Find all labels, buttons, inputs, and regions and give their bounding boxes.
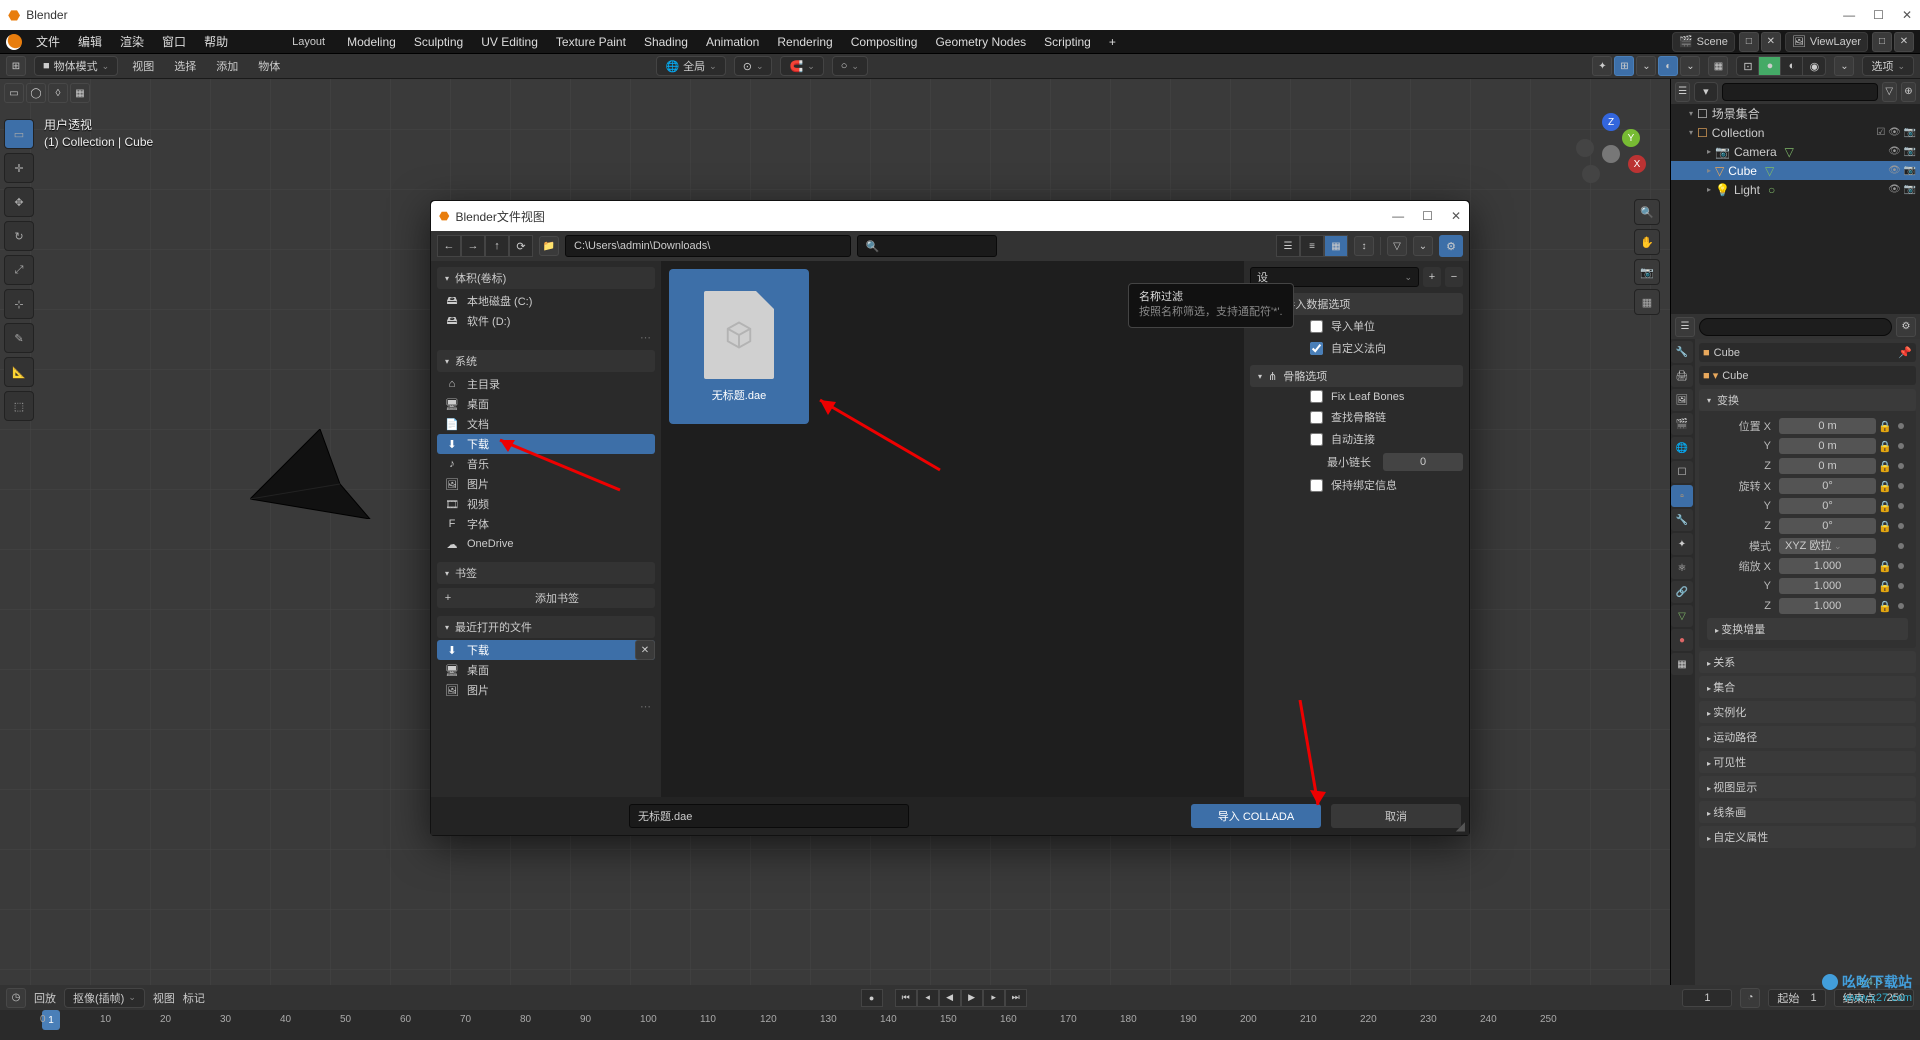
music-icon: ♪ bbox=[445, 458, 459, 470]
sys-downloads[interactable]: ⬇下载 bbox=[437, 434, 655, 454]
find-chain-check[interactable] bbox=[1310, 411, 1323, 424]
min-chain-input[interactable]: 0 bbox=[1383, 453, 1463, 471]
new-folder-icon[interactable]: 📁 bbox=[539, 236, 559, 256]
nav-up-icon[interactable]: ↑ bbox=[485, 235, 509, 257]
custom-normals-check[interactable] bbox=[1310, 342, 1323, 355]
system-section[interactable]: 系统 bbox=[437, 350, 655, 372]
cloud-icon: ☁ bbox=[445, 538, 459, 551]
auto-connect-check[interactable] bbox=[1310, 433, 1323, 446]
view-thumb-icon[interactable]: ▦ bbox=[1324, 235, 1348, 257]
file-browser-area[interactable]: 无标题.dae bbox=[661, 261, 1244, 797]
nav-refresh-icon[interactable]: ⟳ bbox=[509, 235, 533, 257]
recent-section[interactable]: 最近打开的文件 bbox=[437, 616, 655, 638]
sys-docs[interactable]: 📄文档 bbox=[437, 414, 655, 434]
sys-onedrive[interactable]: ☁OneDrive bbox=[437, 534, 655, 554]
volume-c[interactable]: 🖴本地磁盘 (C:) bbox=[437, 291, 655, 311]
bone-icon: ⋔ bbox=[1268, 370, 1277, 383]
drive-icon: 🖴 bbox=[445, 292, 459, 311]
path-input[interactable]: C:\Users\admin\Downloads\ bbox=[565, 235, 851, 257]
search-icon: 🔍 bbox=[866, 240, 880, 253]
import-options-panel: 设 + − ⬓导入数据选项 导入单位 自定义法向 ⋔骨骼选项 Fix Leaf … bbox=[1244, 261, 1469, 797]
dialog-max[interactable]: ☐ bbox=[1422, 209, 1433, 223]
bookmarks-section[interactable]: 书签 bbox=[437, 562, 655, 584]
preset-remove[interactable]: − bbox=[1445, 267, 1463, 287]
preset-add[interactable]: + bbox=[1423, 267, 1441, 287]
dialog-footer: 无标题.dae 导入 COLLADA 取消 bbox=[431, 797, 1469, 835]
dialog-sidebar: 体积(卷标) 🖴本地磁盘 (C:) 🖴软件 (D:) ⋯ 系统 ⌂主目录 🖥桌面… bbox=[431, 261, 661, 797]
file-thumbnail[interactable]: 无标题.dae bbox=[669, 269, 809, 424]
import-units-check[interactable] bbox=[1310, 320, 1323, 333]
sys-music[interactable]: ♪音乐 bbox=[437, 454, 655, 474]
recent-desktop[interactable]: 🖥桌面 bbox=[437, 660, 655, 680]
video-icon: 🎞 bbox=[445, 498, 459, 511]
download-icon: ⬇ bbox=[445, 438, 459, 451]
image-icon: 🖼 bbox=[445, 684, 459, 697]
view-detail-icon[interactable]: ≡ bbox=[1300, 235, 1324, 257]
settings-gear-icon[interactable]: ⚙ bbox=[1439, 235, 1463, 257]
sys-fonts[interactable]: F字体 bbox=[437, 514, 655, 534]
armature-header[interactable]: ⋔骨骼选项 bbox=[1250, 365, 1463, 387]
dialog-title: Blender文件视图 bbox=[455, 208, 544, 225]
nav-fwd-icon[interactable]: → bbox=[461, 235, 485, 257]
tooltip: 名称过滤 按照名称筛选，支持通配符'*'. bbox=[1128, 283, 1294, 328]
volumes-section[interactable]: 体积(卷标) bbox=[437, 267, 655, 289]
filter-funnel-icon[interactable]: ▽ bbox=[1387, 236, 1407, 256]
remove-recent-icon[interactable]: ✕ bbox=[635, 640, 655, 660]
keep-bind-check[interactable] bbox=[1310, 479, 1323, 492]
download-icon: ⬇ bbox=[445, 644, 459, 657]
file-doc-icon bbox=[704, 291, 774, 379]
drive-icon: 🖴 bbox=[445, 312, 459, 331]
view-list-icon[interactable]: ☰ bbox=[1276, 235, 1300, 257]
font-icon: F bbox=[445, 518, 459, 530]
file-name-label: 无标题.dae bbox=[712, 387, 766, 403]
resize-grip-icon[interactable]: ◢ bbox=[1456, 819, 1465, 833]
sys-desktop[interactable]: 🖥桌面 bbox=[437, 394, 655, 414]
image-icon: 🖼 bbox=[445, 478, 459, 491]
sys-home[interactable]: ⌂主目录 bbox=[437, 374, 655, 394]
watermark: 吆吆下载站 www.x27.com bbox=[1822, 972, 1912, 1004]
filename-input[interactable]: 无标题.dae bbox=[629, 804, 909, 828]
plus-icon: + bbox=[437, 588, 459, 608]
document-icon: 📄 bbox=[445, 418, 459, 431]
file-dialog: ⬣ Blender文件视图 — ☐ ✕ ← → ↑ ⟳ 📁 C:\Users\a… bbox=[430, 200, 1470, 836]
sys-pictures[interactable]: 🖼图片 bbox=[437, 474, 655, 494]
sort-icon[interactable]: ↕ bbox=[1354, 236, 1374, 256]
desktop-icon: 🖥 bbox=[445, 664, 459, 677]
dialog-min[interactable]: — bbox=[1392, 209, 1404, 223]
recent-pictures[interactable]: 🖼图片 bbox=[437, 680, 655, 700]
volume-d[interactable]: 🖴软件 (D:) bbox=[437, 311, 655, 331]
blender-icon: ⬣ bbox=[439, 209, 449, 223]
add-bookmark[interactable]: +添加书签 bbox=[437, 588, 655, 608]
dialog-titlebar: ⬣ Blender文件视图 — ☐ ✕ bbox=[431, 201, 1469, 231]
dialog-toolbar: ← → ↑ ⟳ 📁 C:\Users\admin\Downloads\ 🔍 ☰ … bbox=[431, 231, 1469, 261]
import-button[interactable]: 导入 COLLADA bbox=[1191, 804, 1321, 828]
recent-downloads[interactable]: ⬇下载 bbox=[437, 640, 655, 660]
sys-videos[interactable]: 🎞视频 bbox=[437, 494, 655, 514]
nav-back-icon[interactable]: ← bbox=[437, 235, 461, 257]
filter-menu-icon[interactable]: ⌄ bbox=[1413, 236, 1433, 256]
dialog-close[interactable]: ✕ bbox=[1451, 209, 1461, 223]
search-input[interactable]: 🔍 bbox=[857, 235, 997, 257]
desktop-icon: 🖥 bbox=[445, 398, 459, 411]
home-icon: ⌂ bbox=[445, 378, 459, 390]
cancel-button[interactable]: 取消 bbox=[1331, 804, 1461, 828]
fix-leaf-check[interactable] bbox=[1310, 390, 1323, 403]
